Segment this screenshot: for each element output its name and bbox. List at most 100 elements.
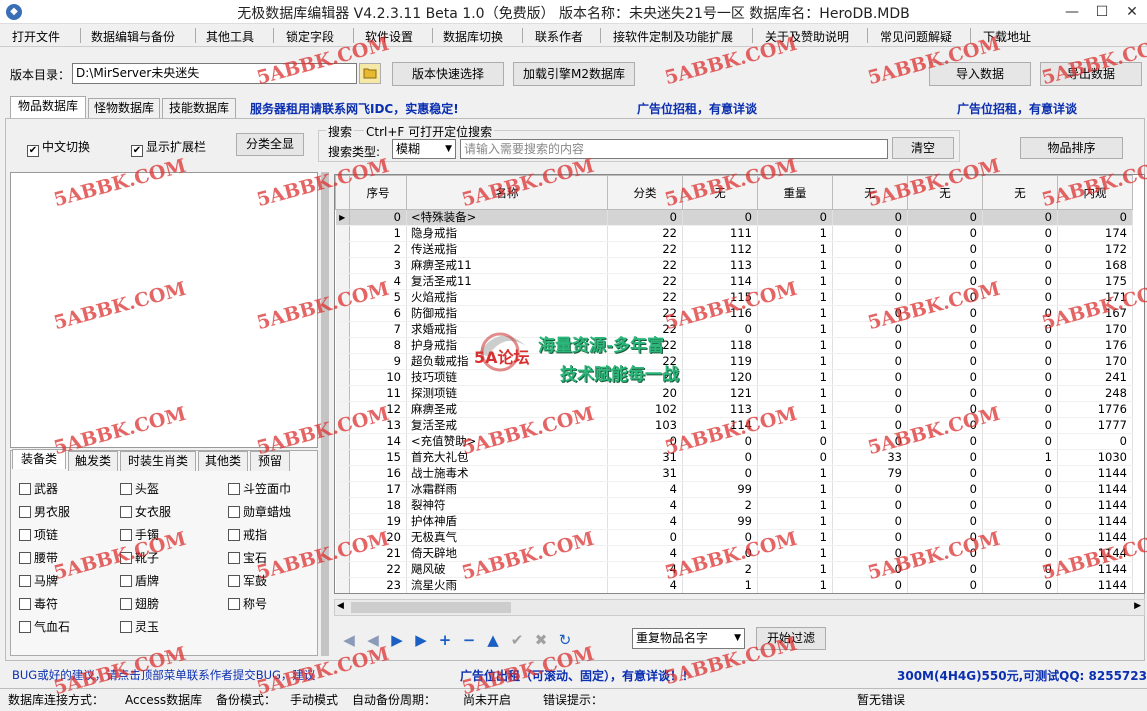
table-cell[interactable]: 2: [682, 497, 758, 514]
table-cell[interactable]: 1144: [1057, 481, 1133, 498]
table-cell[interactable]: 4: [349, 273, 407, 290]
table-cell[interactable]: 0: [982, 209, 1058, 226]
table-cell[interactable]: 103: [607, 417, 683, 434]
table-cell[interactable]: 0: [982, 465, 1058, 482]
table-cell[interactable]: 4: [607, 497, 683, 514]
column-header[interactable]: 内观: [1057, 175, 1133, 210]
table-cell[interactable]: 0: [682, 321, 758, 338]
table-cell[interactable]: 0: [682, 529, 758, 546]
row-indicator[interactable]: [335, 545, 350, 562]
table-cell[interactable]: 112: [682, 241, 758, 258]
minimize-button[interactable]: —: [1057, 0, 1087, 24]
table-cell[interactable]: 0: [682, 449, 758, 466]
table-cell[interactable]: 170: [1057, 353, 1133, 370]
category-title-checkbox[interactable]: 称号: [228, 595, 267, 612]
table-cell[interactable]: 0: [907, 337, 983, 354]
table-cell[interactable]: 麻痹圣戒: [406, 401, 608, 418]
table-cell[interactable]: 0: [832, 225, 908, 242]
table-cell[interactable]: 1144: [1057, 513, 1133, 530]
table-cell[interactable]: 7: [349, 321, 407, 338]
table-cell[interactable]: 无极真气: [406, 529, 608, 546]
table-cell[interactable]: 99: [682, 481, 758, 498]
table-cell[interactable]: 0: [832, 433, 908, 450]
column-header[interactable]: 无: [682, 175, 758, 210]
category-necklace-checkbox[interactable]: 项链: [19, 526, 58, 543]
maximize-button[interactable]: ☐: [1087, 0, 1117, 24]
table-cell[interactable]: 0: [832, 529, 908, 546]
category-spirit-jade-checkbox[interactable]: 灵玉: [120, 618, 159, 635]
table-row[interactable]: 18 裂神符 4 2 1 0 0 0 1144: [335, 497, 1133, 514]
category-hat-veil-checkbox[interactable]: 斗笠面巾: [228, 480, 291, 497]
table-cell[interactable]: 1: [757, 305, 833, 322]
row-indicator[interactable]: [335, 449, 350, 466]
table-row[interactable]: 6 防御戒指 22 116 1 0 0 0 167: [335, 305, 1133, 322]
table-cell[interactable]: 0: [907, 241, 983, 258]
table-cell[interactable]: 1144: [1057, 561, 1133, 578]
close-button[interactable]: ✕: [1117, 0, 1147, 24]
row-indicator[interactable]: [335, 225, 350, 242]
table-cell[interactable]: 10: [349, 369, 407, 386]
table-row[interactable]: 2 传送戒指 22 112 1 0 0 0 172: [335, 241, 1133, 258]
table-cell[interactable]: 9: [349, 353, 407, 370]
table-cell[interactable]: 20: [349, 529, 407, 546]
table-cell[interactable]: 113: [682, 257, 758, 274]
table-cell[interactable]: 0: [832, 321, 908, 338]
table-cell[interactable]: 0: [982, 289, 1058, 306]
table-cell[interactable]: 倚天辟地: [406, 545, 608, 562]
table-cell[interactable]: 0: [982, 513, 1058, 530]
table-cell[interactable]: 0: [907, 385, 983, 402]
table-cell[interactable]: 0: [832, 273, 908, 290]
table-cell[interactable]: 0: [907, 401, 983, 418]
table-cell[interactable]: 0: [982, 257, 1058, 274]
table-cell[interactable]: 1: [757, 481, 833, 498]
horizontal-scrollbar[interactable]: ◀ ▶: [334, 599, 1145, 616]
table-cell[interactable]: 0: [682, 465, 758, 482]
table-cell[interactable]: 1144: [1057, 545, 1133, 562]
table-row[interactable]: 21 倚天辟地 4 0 1 0 0 0 1144: [335, 545, 1133, 562]
table-cell[interactable]: 8: [349, 337, 407, 354]
table-cell[interactable]: 174: [1057, 225, 1133, 242]
menu-about-sponsor[interactable]: 关于及赞助说明: [765, 28, 849, 45]
table-cell[interactable]: 0: [907, 465, 983, 482]
table-cell[interactable]: 170: [1057, 321, 1133, 338]
table-cell[interactable]: 19: [349, 513, 407, 530]
table-cell[interactable]: 1: [982, 449, 1058, 466]
table-cell[interactable]: 0: [982, 241, 1058, 258]
category-war-drum-checkbox[interactable]: 军鼓: [228, 572, 267, 589]
menu-software-settings[interactable]: 软件设置: [365, 28, 413, 45]
table-cell[interactable]: 0: [907, 209, 983, 226]
table-cell[interactable]: 6: [349, 305, 407, 322]
row-indicator[interactable]: [335, 529, 350, 546]
table-cell[interactable]: 麻痹圣戒11: [406, 257, 608, 274]
table-cell[interactable]: 1: [349, 225, 407, 242]
search-input[interactable]: 请输入需要搜索的内容: [460, 139, 888, 159]
scroll-right-icon[interactable]: ▶: [1134, 601, 1141, 611]
table-cell[interactable]: 248: [1057, 385, 1133, 402]
table-cell[interactable]: 13: [349, 417, 407, 434]
table-cell[interactable]: 102: [607, 401, 683, 418]
table-row[interactable]: 23 流星火雨 4 1 1 0 0 0 1144: [335, 577, 1133, 593]
table-cell[interactable]: 首充大礼包: [406, 449, 608, 466]
nav-prev-icon[interactable]: ◀: [364, 632, 382, 648]
table-cell[interactable]: 传送戒指: [406, 241, 608, 258]
tab-reserved[interactable]: 预留: [250, 451, 290, 471]
nav-refresh-icon[interactable]: ↻: [556, 632, 574, 648]
table-cell[interactable]: 0: [832, 497, 908, 514]
table-cell[interactable]: 0: [832, 545, 908, 562]
filter-type-select[interactable]: 重复物品名字 ▼: [632, 628, 745, 649]
table-cell[interactable]: 114: [682, 273, 758, 290]
table-cell[interactable]: 1777: [1057, 417, 1133, 434]
table-cell[interactable]: 172: [1057, 241, 1133, 258]
row-indicator[interactable]: [335, 401, 350, 418]
table-cell[interactable]: 2: [349, 241, 407, 258]
row-indicator[interactable]: [335, 305, 350, 322]
table-cell[interactable]: 1144: [1057, 577, 1133, 593]
table-cell[interactable]: 隐身戒指: [406, 225, 608, 242]
row-indicator[interactable]: [335, 513, 350, 530]
menu-download[interactable]: 下载地址: [983, 28, 1031, 45]
table-cell[interactable]: 1: [757, 513, 833, 530]
search-type-select[interactable]: 模糊 ▼: [392, 139, 456, 159]
row-indicator[interactable]: [335, 369, 350, 386]
table-cell[interactable]: 1: [757, 225, 833, 242]
table-cell[interactable]: 23: [349, 577, 407, 593]
